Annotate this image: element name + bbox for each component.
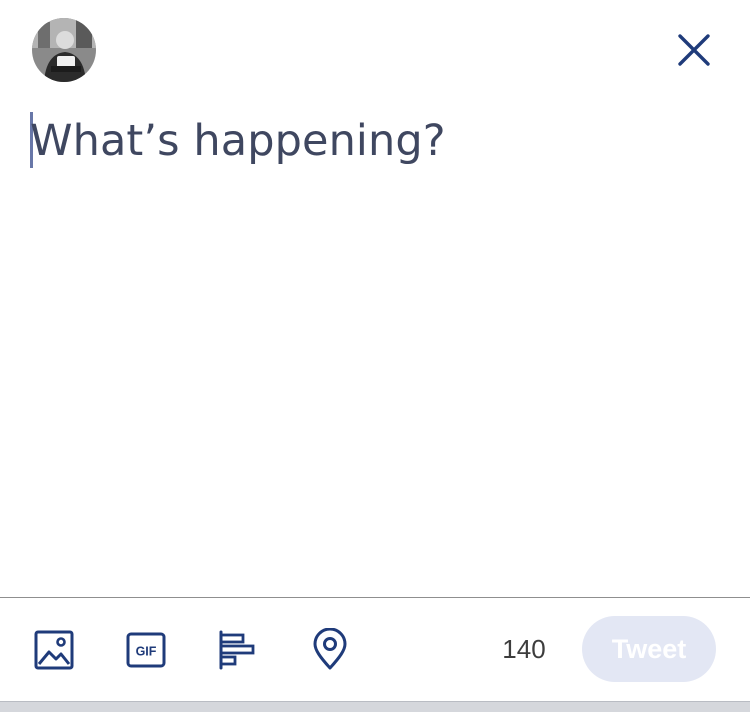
add-poll-button[interactable] [216, 628, 260, 672]
avatar-photo [32, 18, 96, 82]
compose-placeholder: What’s happening? [30, 116, 446, 166]
add-location-button[interactable] [308, 627, 352, 672]
tweet-button[interactable]: Tweet [582, 616, 716, 682]
compose-toolbar: GIF 140 Tweet [0, 597, 750, 702]
close-icon [678, 34, 710, 66]
user-avatar[interactable] [32, 18, 96, 82]
gif-icon: GIF [126, 632, 166, 668]
keyboard-edge [0, 701, 750, 712]
close-button[interactable] [672, 28, 716, 72]
photo-icon [34, 630, 74, 670]
add-photo-button[interactable] [32, 628, 76, 672]
gif-label: GIF [136, 645, 157, 659]
tweet-compose-field[interactable]: What’s happening? [30, 110, 720, 570]
location-icon [313, 627, 347, 670]
poll-icon [219, 630, 255, 670]
character-count: 140 [502, 634, 546, 664]
add-gif-button[interactable]: GIF [124, 628, 168, 672]
